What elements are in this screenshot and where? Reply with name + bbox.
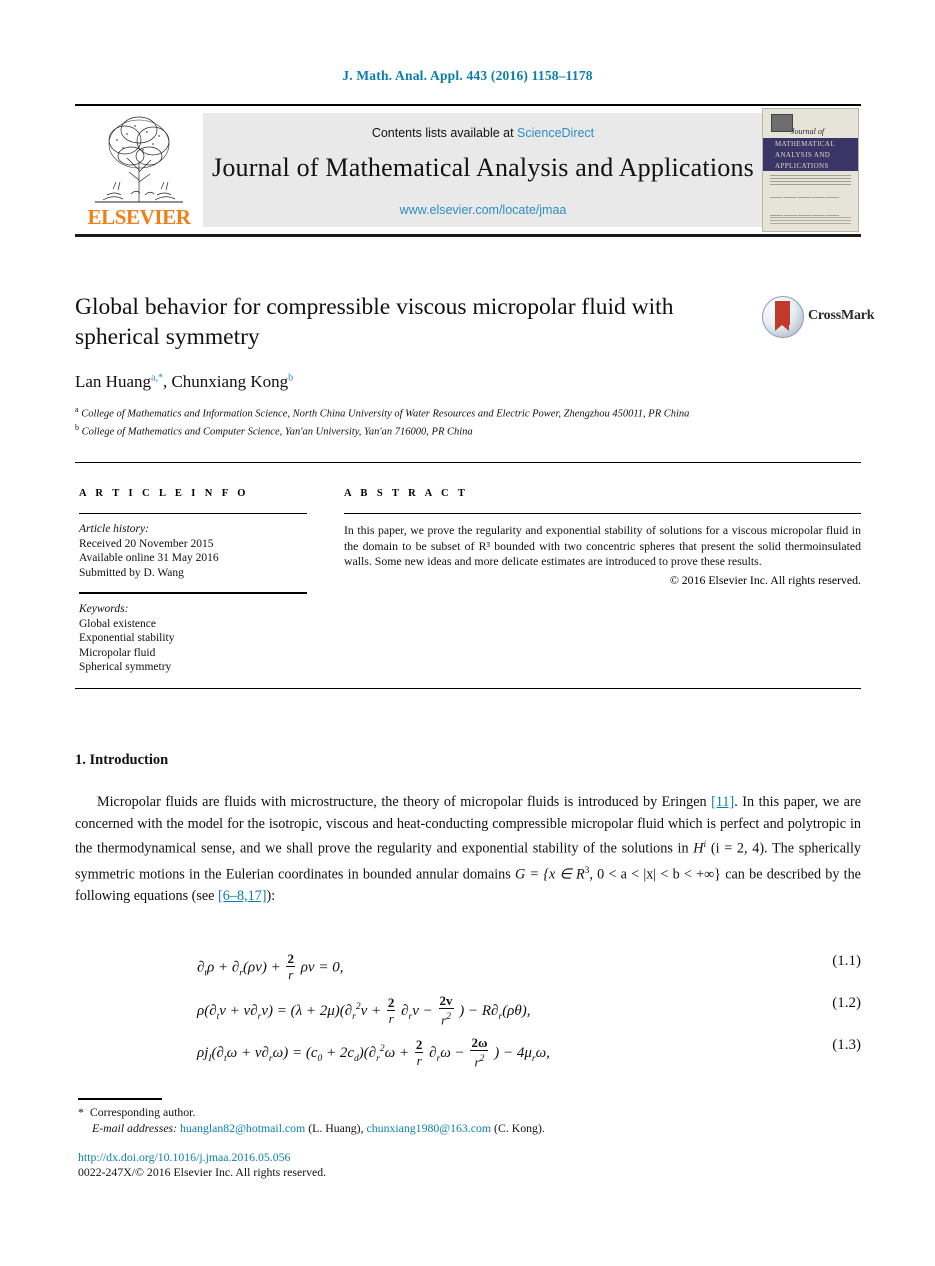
equation-1-number: (1.1) bbox=[832, 953, 861, 969]
abstract-copyright: © 2016 Elsevier Inc. All rights reserved… bbox=[669, 572, 861, 587]
intro-math-domain: G = {x ∈ R bbox=[515, 866, 585, 883]
affiliation-b-text: College of Mathematics and Computer Scie… bbox=[81, 426, 473, 438]
crossmark-icon bbox=[762, 296, 804, 338]
keywords-block: Keywords: Global existence Exponential s… bbox=[79, 602, 307, 675]
elsevier-wordmark: ELSEVIER bbox=[87, 205, 191, 229]
article-history-item: Available online 31 May 2016 bbox=[79, 552, 219, 564]
cover-publisher-mark bbox=[771, 114, 793, 132]
sciencedirect-link[interactable]: ScienceDirect bbox=[517, 126, 594, 140]
abstract-heading: A B S T R A C T bbox=[344, 488, 469, 499]
affiliation-b: b College of Mathematics and Computer Sc… bbox=[75, 421, 775, 439]
email-addresses-note: E-mail addresses: huanglan82@hotmail.com… bbox=[92, 1121, 545, 1135]
article-page: J. Math. Anal. Appl. 443 (2016) 1158–117… bbox=[0, 0, 935, 1266]
equation-row: ρjI(∂tω + v∂rω) = (c0 + 2cd)(∂r2ω + 2r ∂… bbox=[75, 1029, 861, 1071]
corresponding-author-note: * Corresponding author. bbox=[78, 1104, 778, 1120]
keyword-item: Global existence bbox=[79, 617, 156, 630]
contents-prefix: Contents lists available at bbox=[371, 126, 518, 140]
cover-footer-lines bbox=[770, 217, 851, 226]
page-title: Global behavior for compressible viscous… bbox=[75, 294, 674, 350]
equation-1-body: ∂tρ + ∂r(ρv) + 2r ρv = 0, bbox=[197, 951, 344, 982]
article-history-block: Article history: Received 20 November 20… bbox=[79, 522, 307, 580]
footnote-rule bbox=[78, 1098, 162, 1100]
elsevier-logo: ELSEVIER bbox=[79, 110, 199, 232]
citation-link-eringen[interactable]: [11] bbox=[711, 794, 734, 810]
citation-link-equations[interactable]: [6–8,17] bbox=[218, 888, 266, 904]
email-link-kong[interactable]: chunxiang1980@163.com bbox=[367, 1121, 492, 1135]
affiliation-a: a College of Mathematics and Information… bbox=[75, 403, 775, 421]
section-heading-introduction: 1. Introduction bbox=[75, 752, 169, 768]
cover-title-line-1: MATHEMATICAL bbox=[775, 140, 836, 148]
email-owner-kong: (C. Kong). bbox=[494, 1121, 545, 1135]
email-owner-huang: (L. Huang) bbox=[308, 1121, 361, 1135]
masthead-bottom-rule bbox=[75, 234, 861, 237]
corresponding-author-text: Corresponding author. bbox=[89, 1105, 196, 1119]
cover-title-band: MATHEMATICAL ANALYSIS AND APPLICATIONS bbox=[763, 138, 858, 171]
author-names-html: Lan Huanga,*, Chunxiang Kongb bbox=[75, 372, 294, 391]
keyword-item: Spherical symmetry bbox=[79, 661, 172, 673]
article-info-rule-2 bbox=[79, 592, 307, 594]
author-list: Lan Huanga,*, Chunxiang Kongb bbox=[75, 372, 775, 392]
equation-block: ∂tρ + ∂r(ρv) + 2r ρv = 0, (1.1) ρ(∂tv + … bbox=[75, 945, 861, 1071]
email-addresses-label: E-mail addresses: bbox=[92, 1121, 178, 1135]
article-history-item: Submitted by D. Wang bbox=[79, 566, 184, 579]
journal-masthead: ELSEVIER Contents lists available at Sci… bbox=[75, 104, 861, 237]
info-section-top-rule bbox=[75, 462, 861, 463]
equation-row: ∂tρ + ∂r(ρv) + 2r ρv = 0, (1.1) bbox=[75, 945, 861, 987]
running-head: J. Math. Anal. Appl. 443 (2016) 1158–117… bbox=[342, 68, 593, 83]
equation-3-number: (1.3) bbox=[832, 1037, 861, 1053]
fraction-2omega-over-r2: 2ω r2 bbox=[470, 1035, 489, 1070]
abstract-rule bbox=[344, 513, 861, 514]
asterisk-icon: * bbox=[78, 1105, 84, 1119]
affiliation-a-marker: a bbox=[75, 405, 79, 414]
abstract-column: A B S T R A C T In this paper, we prove … bbox=[344, 488, 861, 588]
elsevier-tree-icon bbox=[87, 110, 191, 206]
cover-title-line-3: APPLICATIONS bbox=[775, 162, 829, 170]
keyword-item: Micropolar fluid bbox=[79, 646, 156, 659]
journal-cover-thumbnail: Journal of MATHEMATICAL ANALYSIS AND APP… bbox=[762, 108, 859, 232]
cover-journal-of: Journal of bbox=[791, 127, 825, 136]
intro-math-H: H bbox=[693, 840, 704, 857]
article-info-heading: A R T I C L E I N F O bbox=[79, 488, 249, 499]
equation-2-number: (1.2) bbox=[832, 995, 861, 1011]
article-history-label: Article history: bbox=[79, 523, 149, 535]
introduction-paragraph: Micropolar fluids are fluids with micros… bbox=[75, 792, 861, 907]
abstract-text: In this paper, we prove the regularity a… bbox=[344, 523, 861, 569]
article-history-item: Received 20 November 2015 bbox=[79, 537, 214, 550]
equation-row: ρ(∂tv + v∂rv) = (λ + 2μ)(∂r2v + 2r ∂rv −… bbox=[75, 987, 861, 1029]
contents-available-line: Contents lists available at ScienceDirec… bbox=[203, 126, 763, 140]
intro-text-part1: Micropolar fluids are fluids with micros… bbox=[97, 794, 712, 810]
affiliation-b-marker: b bbox=[75, 423, 79, 432]
crossmark-badge[interactable]: CrossMark bbox=[762, 294, 875, 338]
footnote-block: * Corresponding author. E-mail addresses:… bbox=[78, 1104, 778, 1136]
masthead-top-rule bbox=[75, 104, 861, 106]
cover-title-line-2: ANALYSIS AND bbox=[775, 151, 831, 159]
fraction-two-over-r: 2r bbox=[386, 994, 396, 1026]
keyword-item: Exponential stability bbox=[79, 632, 175, 644]
crossmark-bookmark-shape bbox=[775, 301, 790, 331]
cover-text-lines bbox=[770, 175, 851, 187]
equation-3-body: ρjI(∂tω + v∂rω) = (c0 + 2cd)(∂r2ω + 2r ∂… bbox=[197, 1035, 550, 1070]
equation-2-body: ρ(∂tv + v∂rv) = (λ + 2μ)(∂r2v + 2r ∂rv −… bbox=[197, 993, 531, 1028]
journal-title: Journal of Mathematical Analysis and App… bbox=[212, 153, 754, 182]
affiliation-list: a College of Mathematics and Information… bbox=[75, 403, 775, 439]
intro-text-part5: ): bbox=[266, 887, 276, 904]
article-info-rule-1 bbox=[79, 513, 307, 514]
doi-link[interactable]: http://dx.doi.org/10.1016/j.jmaa.2016.05… bbox=[78, 1150, 290, 1165]
email-link-huang[interactable]: huanglan82@hotmail.com bbox=[180, 1121, 305, 1135]
info-section-bottom-rule bbox=[75, 688, 861, 689]
crossmark-label: CrossMark bbox=[808, 308, 875, 323]
issn-copyright-line: 0022-247X/© 2016 Elsevier Inc. All right… bbox=[78, 1165, 327, 1179]
affiliation-a-text: College of Mathematics and Information S… bbox=[81, 408, 690, 420]
fraction-two-over-r: 2r bbox=[414, 1036, 424, 1068]
journal-band: Contents lists available at ScienceDirec… bbox=[203, 113, 763, 227]
fraction-2v-over-r2: 2v r2 bbox=[438, 993, 454, 1028]
article-info-column: A R T I C L E I N F O Article history: R… bbox=[79, 488, 307, 675]
keywords-label: Keywords: bbox=[79, 603, 129, 615]
cover-contents-grid bbox=[770, 187, 851, 216]
fraction-two-over-r: 2r bbox=[286, 951, 295, 982]
journal-homepage-url[interactable]: www.elsevier.com/locate/jmaa bbox=[203, 203, 763, 217]
